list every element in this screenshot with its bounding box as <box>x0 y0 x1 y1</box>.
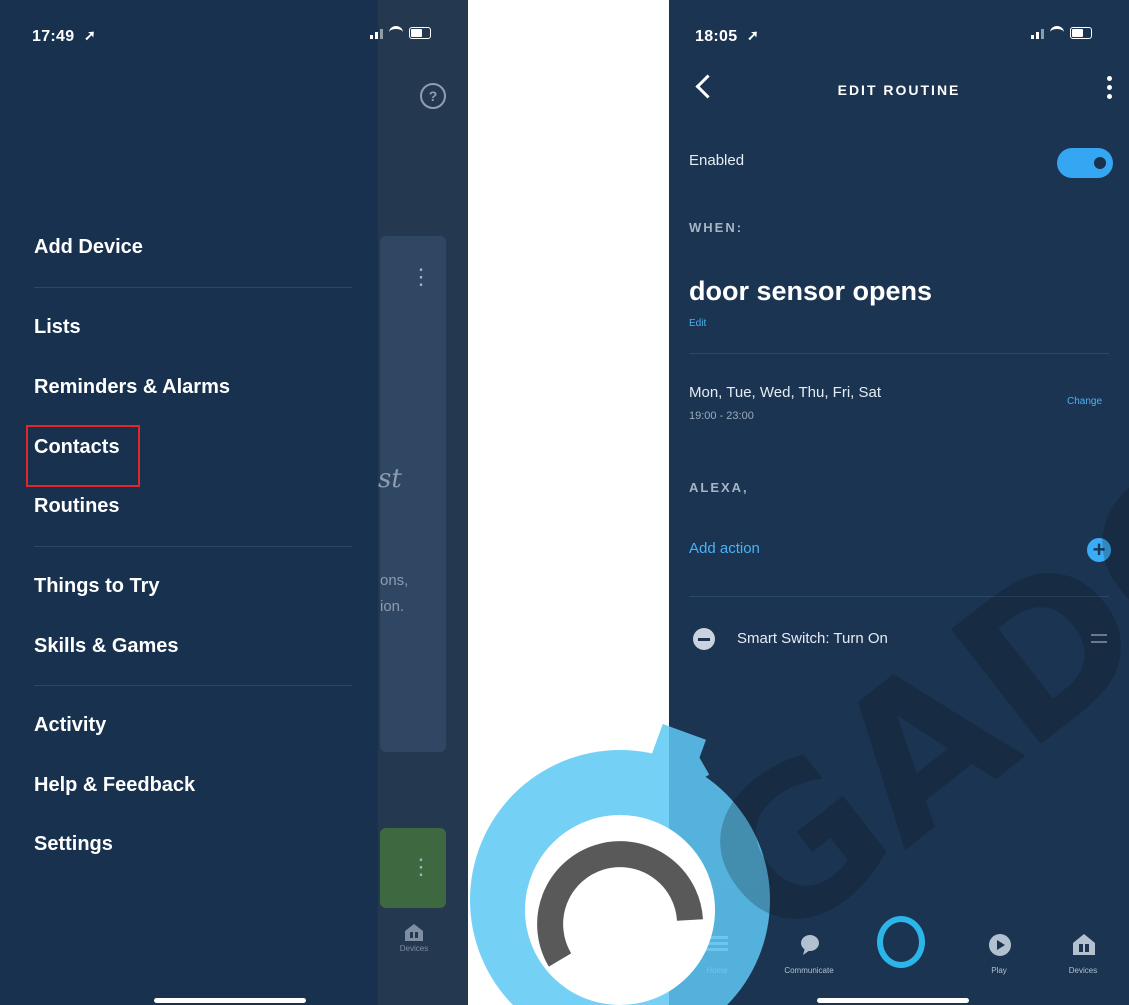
nav-play-label[interactable]: Play <box>959 966 1039 975</box>
nav-devices-background[interactable]: Devices <box>394 922 434 953</box>
menu-item-routines[interactable]: Routines <box>34 495 120 518</box>
contacts-highlight-box <box>26 425 140 487</box>
wifi-icon <box>389 26 403 39</box>
left-phone-screen: ? ⋮ st ons, ion. ⋮ Devices 17:49 ➚ Add D… <box>0 0 468 1005</box>
status-icons <box>370 26 431 39</box>
bottom-nav: Home Communicate Play Devices <box>669 900 1129 1005</box>
remove-action-icon[interactable] <box>693 628 715 650</box>
menu-item-settings[interactable]: Settings <box>34 833 113 856</box>
trigger-title: door sensor opens <box>689 276 933 306</box>
menu-item-reminders-alarms[interactable]: Reminders & Alarms <box>34 376 230 399</box>
drag-handle-icon[interactable] <box>1091 634 1107 648</box>
navigation-drawer: 17:49 ➚ Add Device Lists Reminders & Ala… <box>0 0 378 1005</box>
devices-icon <box>405 924 423 941</box>
schedule-time-range: 19:00 - 23:00 <box>689 410 754 422</box>
play-icon <box>987 932 1013 958</box>
signal-icon <box>370 27 383 39</box>
location-arrow-icon: ➚ <box>747 27 760 43</box>
enabled-toggle[interactable] <box>1057 148 1113 178</box>
edit-trigger-link[interactable]: Edit <box>689 318 706 329</box>
enabled-label: Enabled <box>689 152 745 169</box>
battery-icon <box>1070 26 1092 39</box>
page-title: EDIT ROUTINE <box>837 82 961 98</box>
when-section-label: WHEN: <box>689 220 744 235</box>
menu-item-skills-games[interactable]: Skills & Games <box>34 635 179 658</box>
menu-item-add-device[interactable]: Add Device <box>34 236 143 259</box>
divider <box>689 353 1109 354</box>
more-options-icon[interactable] <box>1107 76 1113 99</box>
background-partial-text: ons, <box>380 572 409 589</box>
communicate-icon <box>797 932 823 958</box>
wifi-icon <box>1050 26 1064 39</box>
divider <box>689 596 1109 597</box>
location-arrow-icon: ➚ <box>84 27 97 43</box>
change-schedule-link[interactable]: Change <box>1067 396 1102 407</box>
add-action-link[interactable]: Add action <box>689 540 760 557</box>
alexa-ring-icon[interactable] <box>877 916 925 968</box>
signal-icon <box>1031 27 1044 39</box>
alexa-section-label: ALEXA, <box>689 480 749 495</box>
kebab-icon[interactable]: ⋮ <box>410 262 432 292</box>
status-icons <box>1031 26 1092 39</box>
kebab-icon[interactable]: ⋮ <box>410 852 432 882</box>
divider <box>34 685 352 686</box>
action-item-label: Smart Switch: Turn On <box>737 630 888 647</box>
status-time: 17:49 <box>32 28 75 45</box>
add-action-plus-icon[interactable]: + <box>1087 538 1111 562</box>
menu-item-things-to-try[interactable]: Things to Try <box>34 575 160 598</box>
devices-icon <box>1071 932 1097 958</box>
home-indicator <box>817 998 969 1003</box>
nav-communicate-label[interactable]: Communicate <box>769 966 849 975</box>
menu-item-lists[interactable]: Lists <box>34 316 81 339</box>
background-card <box>380 236 446 752</box>
divider <box>34 287 352 288</box>
home-icon <box>704 932 730 958</box>
nav-devices-label[interactable]: Devices <box>1043 966 1123 975</box>
help-icon[interactable]: ? <box>420 83 446 109</box>
background-partial-text: ion. <box>380 598 405 615</box>
schedule-days: Mon, Tue, Wed, Thu, Fri, Sat <box>689 384 882 401</box>
divider <box>34 546 352 547</box>
nav-devices-label: Devices <box>399 944 429 953</box>
home-indicator <box>154 998 306 1003</box>
right-phone-screen: 18:05 ➚ EDIT ROUTINE Enabled WHEN: door … <box>669 0 1129 1005</box>
battery-icon <box>409 26 431 39</box>
background-partial-text: st <box>378 464 402 494</box>
nav-home-label[interactable]: Home <box>677 966 757 975</box>
status-time: 18:05 <box>695 28 738 45</box>
menu-item-activity[interactable]: Activity <box>34 714 106 737</box>
menu-item-help-feedback[interactable]: Help & Feedback <box>34 774 195 797</box>
